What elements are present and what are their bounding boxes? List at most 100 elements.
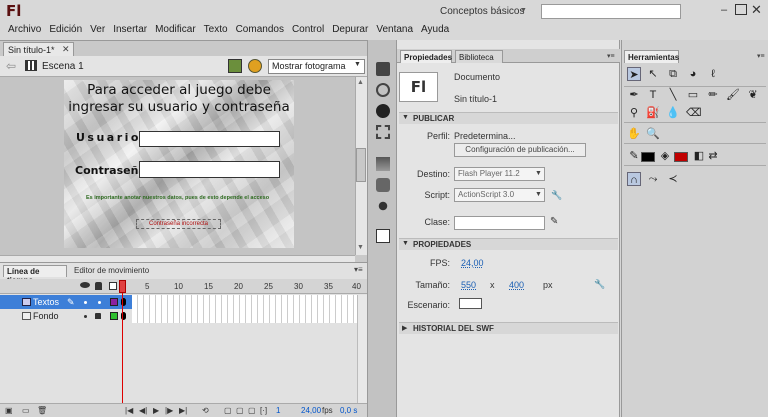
back-arrow-icon[interactable]: ⇦ <box>6 59 16 73</box>
eyedropper-icon[interactable]: 💧 <box>666 106 680 120</box>
chevron-down-icon[interactable]: ▼ <box>535 170 542 177</box>
scroll-down-icon[interactable]: ▼ <box>357 244 364 251</box>
layer-name[interactable]: Textos <box>33 297 59 307</box>
visibility-dot[interactable] <box>84 315 87 318</box>
rectangle-tool-icon[interactable]: ▭ <box>686 88 700 102</box>
play-icon[interactable]: ▶ <box>153 406 159 415</box>
panel-menu-icon[interactable]: ▾≡ <box>757 52 765 60</box>
fps-value[interactable]: 24,00 <box>461 258 484 268</box>
default-colors-icon[interactable]: ◧ <box>692 149 706 163</box>
edit-scene-icon[interactable] <box>228 59 242 73</box>
tab-timeline[interactable]: Línea de tiempo <box>3 265 67 285</box>
motion-presets-icon[interactable] <box>376 199 390 213</box>
lock-dot[interactable] <box>98 301 101 304</box>
panel-menu-icon[interactable]: ▾≡ <box>354 265 363 274</box>
layer-name[interactable]: Fondo <box>33 311 59 321</box>
snap-to-objects-icon[interactable]: ∩ <box>627 172 641 186</box>
swatches-icon[interactable] <box>376 83 390 97</box>
layer-frames[interactable] <box>132 309 357 323</box>
lock-icon[interactable] <box>95 313 101 319</box>
menu-depurar[interactable]: Depurar <box>332 22 368 40</box>
user-input-field[interactable] <box>139 131 280 147</box>
menu-ver[interactable]: Ver <box>90 22 105 40</box>
menu-archivo[interactable]: Archivo <box>8 22 41 40</box>
smooth-icon[interactable]: ⤳ <box>646 172 660 186</box>
menu-control[interactable]: Control <box>292 22 324 40</box>
tab-properties[interactable]: Propiedades <box>400 50 452 63</box>
selection-tool-icon[interactable]: ➤ <box>627 67 641 81</box>
tab-tools[interactable]: Herramientas <box>624 50 679 63</box>
info-icon[interactable] <box>376 104 390 118</box>
frame-rate[interactable]: 24,00 <box>301 406 321 415</box>
modify-markers-icon[interactable]: [·] <box>260 406 267 415</box>
subselection-tool-icon[interactable]: ↖ <box>646 67 660 81</box>
pencil-icon[interactable]: ✎ <box>550 216 558 227</box>
fast-forward-icon[interactable]: ▶| <box>179 406 187 415</box>
workspace-switcher[interactable]: Conceptos básicos <box>440 6 525 17</box>
straighten-icon[interactable]: ≺ <box>666 172 680 186</box>
chevron-right-icon[interactable]: ▶ <box>402 324 407 332</box>
step-back-icon[interactable]: ◀| <box>139 406 147 415</box>
help-search-input[interactable] <box>541 4 681 19</box>
scene-label[interactable]: Escena 1 <box>42 61 84 72</box>
chevron-down-icon[interactable]: ▼ <box>402 114 409 121</box>
class-input[interactable] <box>454 216 545 230</box>
new-layer-icon[interactable]: ▣ <box>5 406 13 415</box>
playhead[interactable] <box>119 280 126 293</box>
menu-ayuda[interactable]: Ayuda <box>421 22 449 40</box>
lock-icon[interactable] <box>95 282 102 290</box>
loop-icon[interactable]: ⟲ <box>202 406 209 415</box>
transform-icon[interactable] <box>376 125 390 139</box>
chevron-down-icon[interactable]: ▼ <box>354 61 361 68</box>
line-tool-icon[interactable]: ╲ <box>666 88 680 102</box>
close-icon[interactable]: ✕ <box>751 2 762 18</box>
3d-rotation-icon[interactable]: ◕ <box>686 67 700 81</box>
scroll-up-icon[interactable]: ▲ <box>357 79 364 86</box>
tab-motion-editor[interactable]: Editor de movimiento <box>71 265 152 276</box>
wrench-icon[interactable]: 🔧 <box>551 190 562 201</box>
target-select[interactable]: Flash Player 11.2 <box>454 167 545 181</box>
section-publish[interactable]: PUBLICAR <box>399 112 618 124</box>
pencil-tool-icon[interactable]: ✏ <box>706 88 720 102</box>
paint-bucket-icon[interactable]: ⛽ <box>646 106 660 120</box>
delete-icon[interactable]: 🗑 <box>37 406 47 415</box>
new-folder-icon[interactable]: ▭ <box>22 406 30 415</box>
timeline-scrollbar[interactable] <box>357 295 367 403</box>
tab-library[interactable]: Biblioteca <box>455 50 503 63</box>
publish-settings-button[interactable]: Configuración de publicación... <box>454 143 586 157</box>
layer-color-swatch[interactable] <box>110 312 118 320</box>
swap-colors-icon[interactable]: ⇄ <box>706 149 720 163</box>
free-transform-icon[interactable]: ⧉ <box>666 67 680 81</box>
eye-icon[interactable] <box>80 282 90 288</box>
visibility-dot[interactable] <box>84 301 87 304</box>
lasso-icon[interactable]: ℓ <box>706 67 720 81</box>
section-swf-history[interactable]: HISTORIAL DEL SWF <box>399 322 618 334</box>
stage-width[interactable]: 550 <box>461 280 476 290</box>
script-select[interactable]: ActionScript 3.0 <box>454 188 545 202</box>
close-tab-icon[interactable]: ✕ <box>62 44 70 55</box>
minimize-icon[interactable]: – <box>717 4 731 16</box>
stage-color-swatch[interactable] <box>459 298 482 309</box>
edit-multiple-icon[interactable]: ▢ <box>248 406 256 415</box>
layer-frames[interactable] <box>132 295 357 309</box>
chevron-down-icon[interactable]: ▼ <box>402 240 409 247</box>
scrollbar-thumb[interactable] <box>356 148 366 182</box>
brush-tool-icon[interactable]: 🖌 <box>726 88 740 102</box>
step-forward-icon[interactable]: |▶ <box>165 406 173 415</box>
menu-texto[interactable]: Texto <box>204 22 228 40</box>
zoom-tool-icon[interactable]: 🔍 <box>646 127 660 141</box>
hand-tool-icon[interactable]: ✋ <box>627 127 641 141</box>
eraser-icon[interactable]: ⌫ <box>686 106 702 120</box>
menu-edicion[interactable]: Edición <box>49 22 82 40</box>
stroke-color-swatch[interactable] <box>641 152 655 162</box>
deco-tool-icon[interactable]: ❦ <box>746 88 760 102</box>
layer-color-swatch[interactable] <box>110 298 118 306</box>
stage-height[interactable]: 400 <box>509 280 524 290</box>
bone-tool-icon[interactable]: ⚲ <box>627 106 641 120</box>
fill-color-swatch[interactable] <box>674 152 688 162</box>
maximize-icon[interactable] <box>735 4 747 15</box>
zoom-select[interactable]: Mostrar fotograma <box>268 59 365 74</box>
components-icon[interactable] <box>376 178 390 192</box>
menu-insertar[interactable]: Insertar <box>113 22 147 40</box>
panel-menu-icon[interactable]: ▾≡ <box>607 52 615 60</box>
